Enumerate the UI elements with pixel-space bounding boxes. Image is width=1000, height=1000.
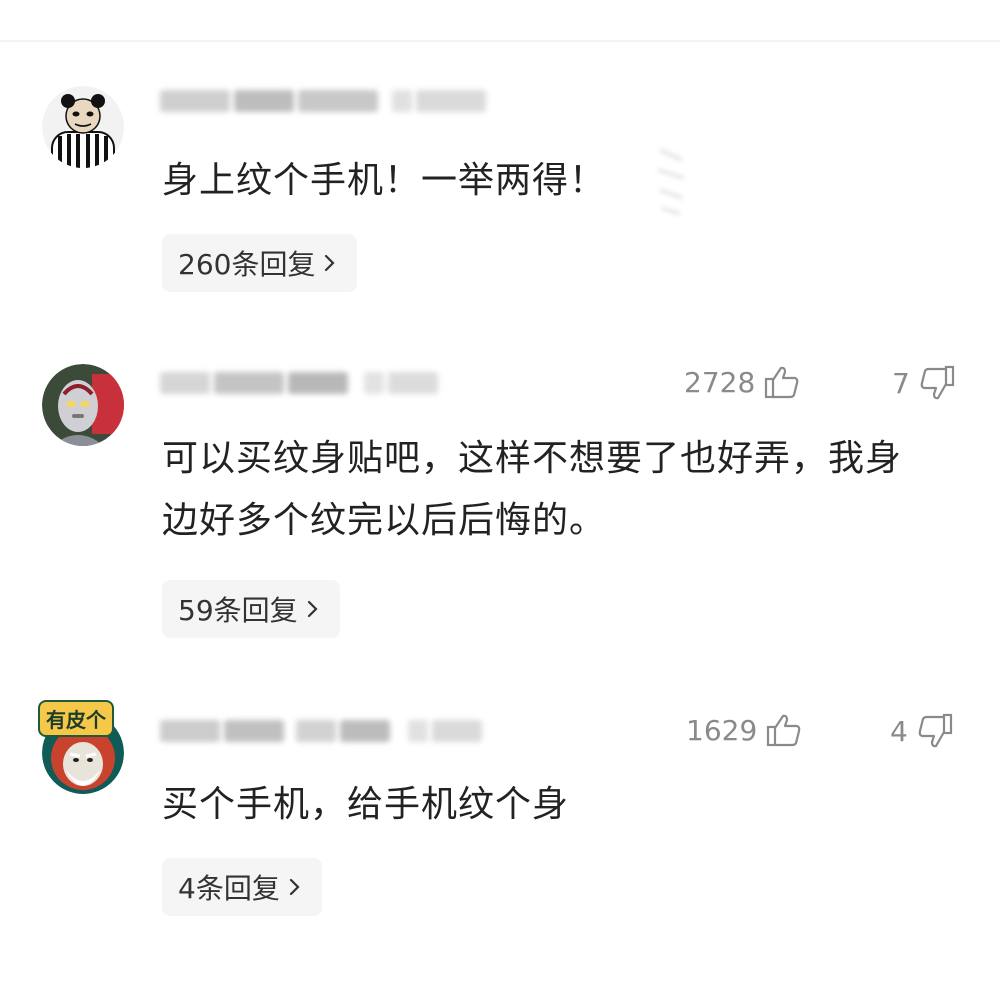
- comment-text-line: 可以买纹身贴吧，这样不想要了也好弄，我身: [162, 438, 903, 479]
- comments-page: 身上纹个手机！一举两得！ 260条回复 2728 7 可以买纹身贴吧，这样不想要…: [0, 0, 1000, 1000]
- view-replies-button[interactable]: 4条回复: [162, 858, 322, 916]
- comment-text-line: 边好多个纹完以后后悔的。: [162, 500, 607, 541]
- dislike-button[interactable]: 4: [890, 712, 954, 750]
- thumbs-down-icon: [920, 365, 954, 400]
- like-count: 1629: [686, 713, 758, 747]
- username-redacted[interactable]: [160, 88, 486, 114]
- thumbs-down-icon: [918, 713, 952, 748]
- like-button[interactable]: 2728: [684, 364, 801, 400]
- chevron-right-icon: [307, 600, 318, 618]
- like-button[interactable]: 1629: [686, 712, 803, 748]
- username-redacted[interactable]: [160, 370, 438, 396]
- panda-avatar-icon: [42, 86, 124, 168]
- like-count: 2728: [684, 365, 756, 399]
- view-replies-button[interactable]: 59条回复: [162, 580, 340, 638]
- dislike-button[interactable]: 7: [892, 364, 956, 402]
- username-redacted[interactable]: [160, 718, 482, 744]
- avatar[interactable]: [42, 364, 124, 446]
- top-divider: [0, 40, 1000, 42]
- thumbs-up-icon: [765, 366, 799, 399]
- reply-count-label: 59条回复: [178, 594, 298, 627]
- chevron-right-icon: [325, 254, 336, 272]
- dislike-count: 7: [892, 366, 910, 400]
- view-replies-button[interactable]: 260条回复: [162, 234, 358, 292]
- avatar-badge: 有皮个: [38, 700, 114, 737]
- comment-text: 身上纹个手机！一举两得！: [162, 160, 607, 201]
- comment-text: 买个手机，给手机纹个身: [162, 784, 570, 825]
- reply-count-label: 260条回复: [178, 248, 316, 281]
- avatar[interactable]: [42, 86, 124, 168]
- chevron-right-icon: [289, 878, 300, 896]
- comment-text: 可以买纹身贴吧，这样不想要了也好弄，我身 边好多个纹完以后后悔的。: [162, 428, 962, 552]
- thumbs-up-icon: [767, 714, 801, 747]
- dislike-count: 4: [890, 714, 908, 748]
- reply-count-label: 4条回复: [178, 872, 280, 905]
- hero-avatar-icon: [42, 364, 124, 446]
